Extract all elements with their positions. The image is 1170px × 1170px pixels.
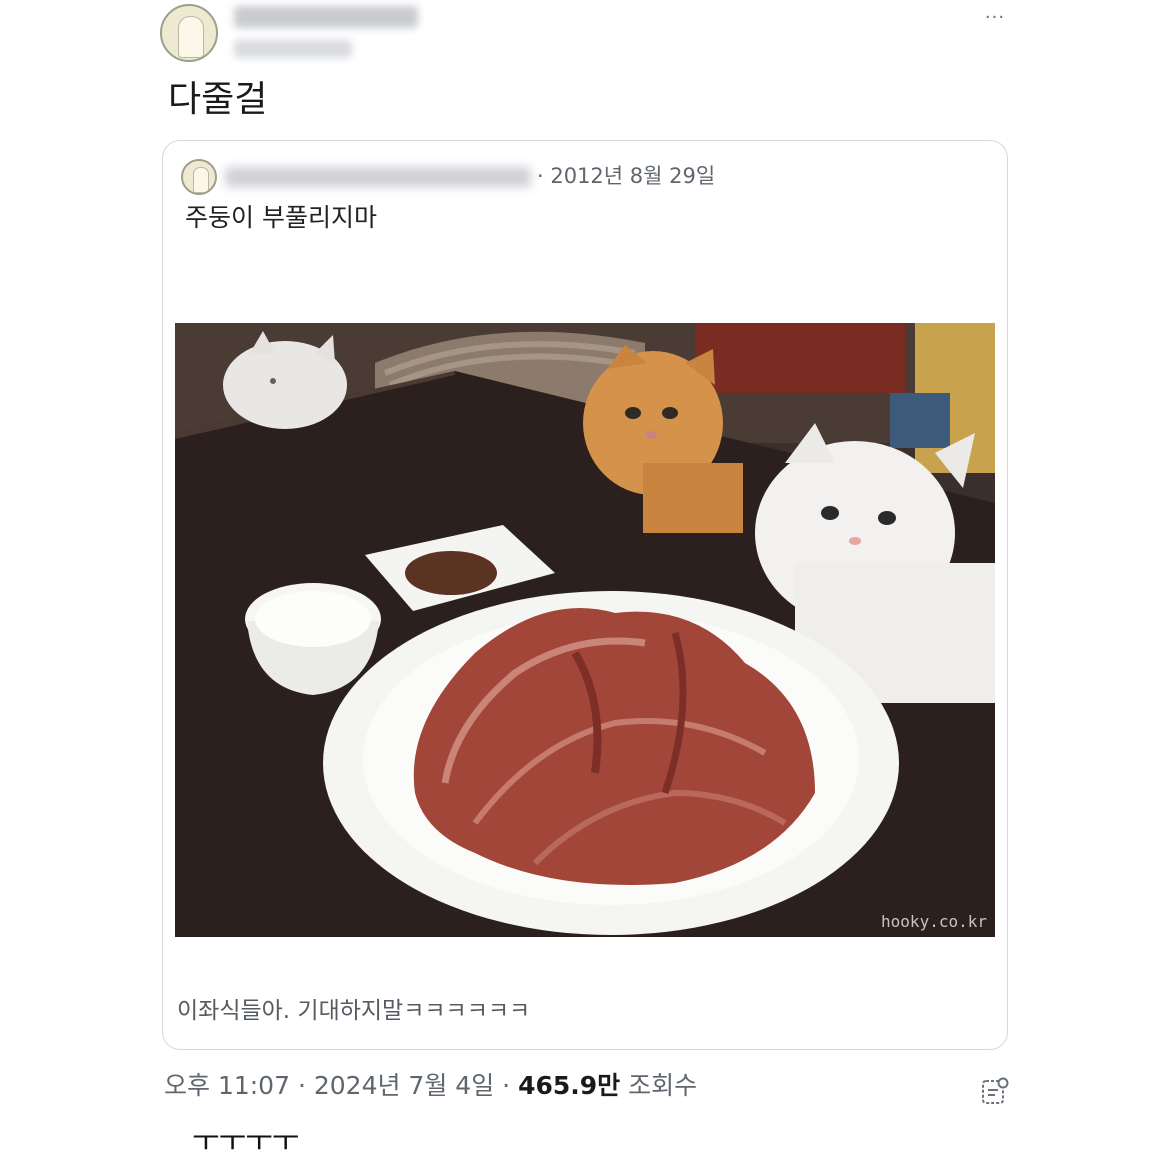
author-name-blurred[interactable] bbox=[234, 6, 418, 28]
quoted-tweet-caption: 이좌식들아. 기대하지말ㅋㅋㅋㅋㅋㅋ bbox=[177, 998, 531, 1024]
tweet-text: 다줄걸 bbox=[168, 79, 268, 120]
quoted-tweet[interactable]: · 2012년 8월 29일 주둥이 부풀리지마 hooky.co.kr 이좌식… bbox=[162, 140, 1008, 1050]
tweet: ··· 다줄걸 · 2012년 8월 29일 주둥이 부풀리지마 hooky.c… bbox=[0, 0, 1170, 1170]
more-options-icon[interactable]: ··· bbox=[980, 6, 1010, 30]
quoted-tweet-text: 주둥이 부풀리지마 bbox=[185, 203, 377, 232]
author-avatar[interactable] bbox=[160, 4, 218, 62]
quoted-tweet-photo[interactable]: hooky.co.kr bbox=[175, 323, 995, 937]
tweet-meta: 오후 11:07 · 2024년 7월 4일 · 465.9만 조회수 bbox=[164, 1068, 697, 1104]
tweet-date[interactable]: 2024년 7월 4일 bbox=[314, 1071, 494, 1100]
view-count-label: 조회수 bbox=[628, 1071, 698, 1100]
quoted-tweet-date: · 2012년 8월 29일 bbox=[537, 164, 716, 188]
tweet-time[interactable]: 오후 11:07 bbox=[164, 1071, 290, 1100]
analytics-icon[interactable] bbox=[980, 1076, 1010, 1106]
author-handle-blurred bbox=[234, 40, 352, 58]
quoted-author-name-blurred bbox=[225, 167, 531, 187]
photo-watermark: hooky.co.kr bbox=[881, 912, 987, 931]
meta-separator: · bbox=[297, 1071, 314, 1100]
cats-and-meat-photo: hooky.co.kr bbox=[175, 323, 995, 937]
meta-separator: · bbox=[502, 1071, 519, 1100]
quoted-author-avatar bbox=[181, 159, 217, 195]
view-count: 465.9만 bbox=[518, 1071, 621, 1100]
reply-text: ㅜㅜㅜㅜ bbox=[192, 1124, 299, 1159]
